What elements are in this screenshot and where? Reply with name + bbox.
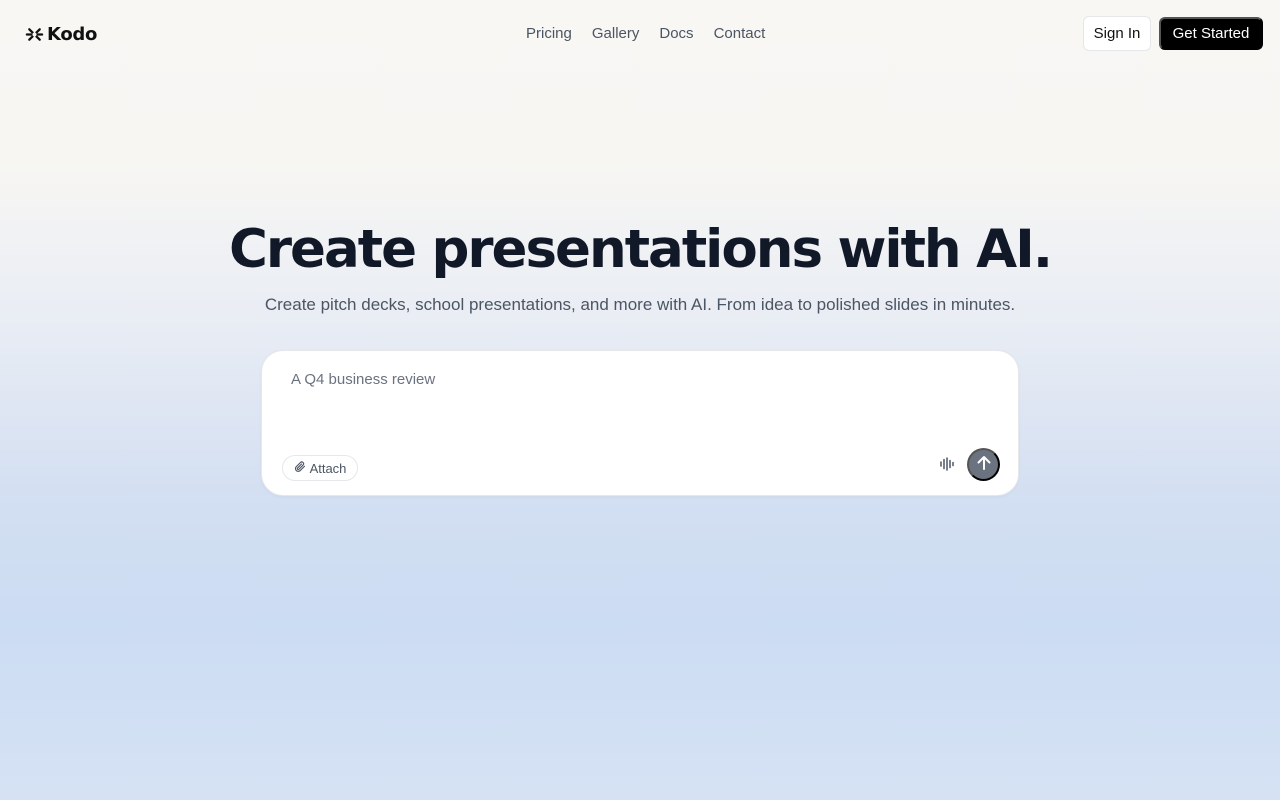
nav-link-gallery[interactable]: Gallery [582,22,650,46]
nav-links: Pricing Gallery Docs Contact [516,22,775,46]
get-started-button[interactable]: Get Started [1159,17,1263,50]
nav-link-contact[interactable]: Contact [704,22,776,46]
brand-name: Kodo [47,23,98,45]
attach-button[interactable]: Attach [282,455,358,481]
voice-input-button[interactable] [936,455,958,477]
hero-title: Create presentations with AI. [229,219,1053,280]
asterisk-logo-icon [25,25,44,44]
top-navbar: Kodo Pricing Gallery Docs Contact Sign I… [0,0,1280,68]
attach-label: Attach [309,460,347,476]
voice-waveform-icon [939,456,955,476]
nav-link-pricing[interactable]: Pricing [516,22,582,46]
hero-subtitle: Create pitch decks, school presentations… [264,295,1016,314]
brand-logo[interactable]: Kodo [25,22,97,46]
send-button[interactable] [967,448,1000,481]
arrow-up-icon [976,455,992,474]
sign-in-button[interactable]: Sign In [1083,16,1151,51]
prompt-input[interactable] [291,367,981,391]
prompt-box: Attach [261,350,1019,496]
nav-link-docs[interactable]: Docs [649,22,703,46]
paperclip-icon [294,460,306,476]
